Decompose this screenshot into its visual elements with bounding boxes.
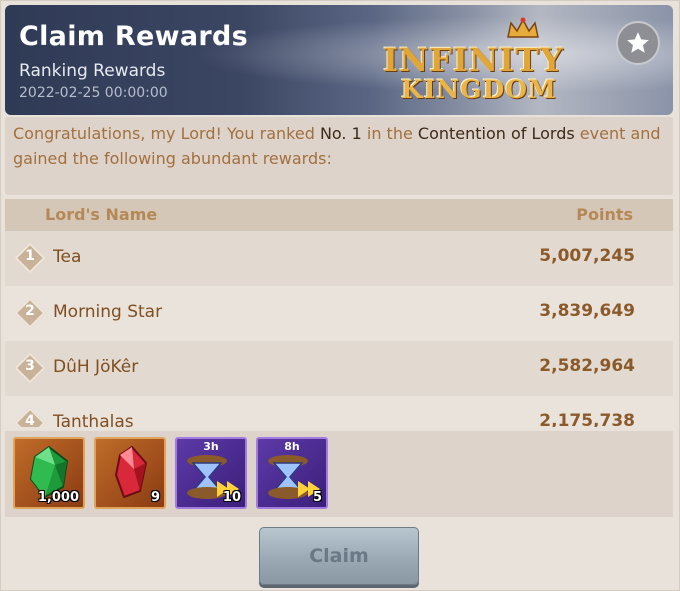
message-part1: Congratulations, my Lord! You ranked (13, 124, 320, 143)
reward-item-speedup-3h[interactable]: 3h 10 (175, 437, 247, 509)
reward-quantity: 1,000 (37, 490, 79, 505)
lord-points: 3,839,649 (539, 301, 635, 321)
rank-number: 4 (25, 413, 35, 427)
reward-item-green-gem[interactable]: 1,000 (13, 437, 85, 509)
reward-quantity: 5 (312, 490, 322, 505)
rank-badge: 1 (14, 242, 46, 274)
message-rank: No. 1 (319, 124, 362, 143)
lord-name: Tea (53, 247, 82, 267)
rank-number: 3 (25, 358, 35, 374)
table-row: 2 Morning Star 3,839,649 (5, 286, 673, 341)
lord-name: DûH JöKêr (53, 357, 139, 377)
reward-item-red-gem[interactable]: 9 (94, 437, 166, 509)
logo-text-kingdom: KINGDOM (401, 75, 557, 104)
dialog-header: Claim Rewards Ranking Rewards 2022-02-25… (5, 5, 673, 115)
table-row: 4 Tanthalas 2,175,738 (5, 396, 673, 427)
table-row: 3 DûH JöKêr 2,582,964 (5, 341, 673, 396)
game-logo: INFINITY KINGDOM (375, 13, 595, 108)
column-lords-name: Lord's Name (45, 205, 158, 224)
congratulations-message-box: Congratulations, my Lord! You ranked No.… (5, 117, 673, 195)
speedup-duration: 8h (284, 440, 300, 453)
claim-rewards-dialog: Claim Rewards Ranking Rewards 2022-02-25… (0, 0, 680, 591)
column-points: Points (576, 205, 633, 224)
dialog-title: Claim Rewards (19, 21, 248, 52)
rank-number: 2 (25, 303, 35, 319)
speedup-duration: 3h (203, 440, 219, 453)
lord-points: 5,007,245 (539, 246, 635, 266)
claim-button[interactable]: Claim (259, 527, 419, 585)
reward-quantity: 10 (222, 490, 241, 505)
claim-button-label: Claim (309, 545, 369, 567)
star-icon (627, 32, 649, 53)
message-part2: in the (361, 124, 418, 143)
ranking-list[interactable]: 1 Tea 5,007,245 2 Morning Star 3,839,649… (5, 231, 673, 427)
rank-badge: 3 (14, 352, 46, 384)
lord-points: 2,175,738 (539, 411, 635, 427)
rank-badge: 2 (14, 297, 46, 329)
dialog-subtitle: Ranking Rewards (19, 61, 166, 81)
reward-item-speedup-8h[interactable]: 8h 5 (256, 437, 328, 509)
favorite-star-button[interactable] (616, 21, 660, 65)
rank-number: 1 (25, 248, 35, 264)
congratulations-message: Congratulations, my Lord! You ranked No.… (13, 121, 663, 171)
ranking-table-header: Lord's Name Points (5, 199, 673, 231)
logo-text-infinity: INFINITY (383, 41, 564, 79)
crown-icon (507, 17, 539, 38)
rank-badge: 4 (14, 407, 46, 427)
table-row: 1 Tea 5,007,245 (5, 231, 673, 286)
lord-name: Morning Star (53, 302, 163, 322)
lord-points: 2,582,964 (539, 356, 635, 376)
message-event: Contention of Lords (417, 124, 575, 143)
reward-quantity: 9 (150, 490, 160, 505)
reward-date: 2022-02-25 00:00:00 (19, 85, 168, 101)
lord-name: Tanthalas (53, 412, 134, 427)
rewards-strip: 1,000 9 3h 10 8h 5 (5, 431, 673, 517)
